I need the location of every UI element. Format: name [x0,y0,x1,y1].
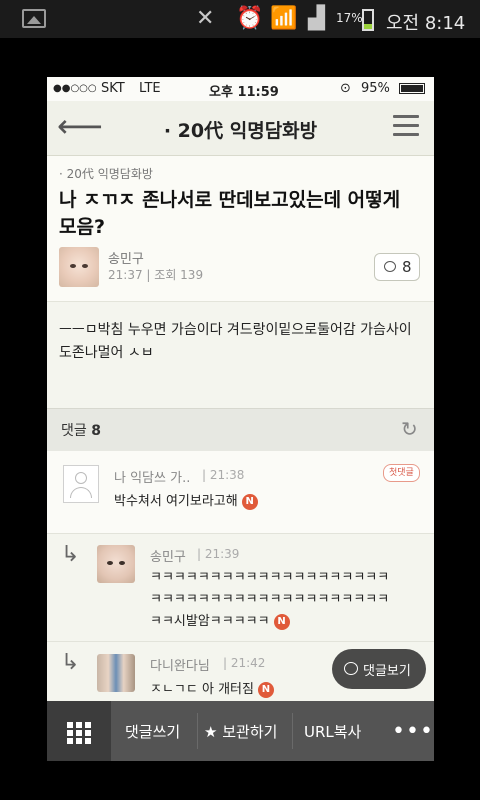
alarm-icon: ⏰ [236,6,264,31]
comments-header: 댓글 8 ↻ [47,408,434,452]
new-badge-icon: N [241,493,258,510]
board-breadcrumb[interactable]: · 20代 익명담화방 [59,165,153,182]
carrier: SKT [101,81,125,96]
comment-time: | 21:42 [223,656,266,670]
android-clock: 오전 8:14 [386,13,466,34]
copy-url-button[interactable]: URL복사 [304,721,361,742]
wifi-icon: 📶 [270,6,298,31]
reply-item: ↳ 송민구 | 21:39 ㅋㅋㅋㅋㅋㅋㅋㅋㅋㅋㅋㅋㅋㅋㅋㅋㅋㅋㅋㅋ ㅋㅋㅋㅋㅋ… [47,534,434,642]
save-button[interactable]: ★ 보관하기 [204,721,277,742]
page-title: · 20代 익명담화방 [163,120,318,142]
author-name[interactable]: 송민구 [108,248,144,267]
network-type: LTE [139,81,161,96]
author-avatar[interactable] [97,545,135,583]
author-avatar[interactable] [59,247,99,287]
new-badge-icon: N [257,681,274,698]
phone-screen: ●●○○○ SKT LTE 오후 11:59 ⊙ 95% ⟵ · 20代 익명담… [47,77,434,761]
comments-label: 댓글 8 [61,423,101,439]
post-time: 21:37 [108,268,143,282]
ios-status-bar: ●●○○○ SKT LTE 오후 11:59 ⊙ 95% [47,77,434,101]
reply-arrow-icon: ↳ [61,542,80,567]
comment-author[interactable]: 송민구 [150,546,186,565]
comment-text: 박수쳐서 여기보라고해 N [114,491,258,513]
author-avatar[interactable] [97,654,135,692]
signal-dots: ●●○○○ [53,83,97,94]
write-comment-button[interactable]: 댓글쓰기 [125,721,180,742]
post-meta: 21:37 | 조회 139 [108,268,204,282]
comment-count: 8 [402,258,412,276]
anonymous-avatar [63,465,99,503]
post-body: ㅡㅡㅁ박침 누우면 가슴이다 겨드랑이밑으로둘어감 가슴사이도존나멀어 ㅅㅂ [47,301,434,408]
view-comments-button[interactable]: 댓글보기 [332,649,426,689]
ios-clock: 오후 11:59 [209,85,279,100]
android-battery-percent: 17% [336,11,363,25]
star-icon: ★ [204,723,218,741]
new-badge-icon: N [273,613,290,630]
comments-count: 8 [91,423,101,439]
post-title: 나 ㅈㄲㅈ 존나서로 딴데보고있는데 어떻게 모음? [59,189,401,238]
ios-battery-percent: 95% [361,81,390,96]
mute-icon: ✕ [196,6,215,31]
comment-bubble-icon [344,662,358,675]
ios-battery-icon [399,83,425,94]
comment-author[interactable]: 다니완다님 [150,655,210,674]
signal-icon: ▟ [308,6,325,31]
comment-time: | 21:39 [197,547,240,561]
grid-menu-button[interactable] [47,701,111,761]
battery-icon [362,9,374,31]
post-body-text: ㅡㅡㅁ박침 누우면 가슴이다 겨드랑이밑으로둘어감 가슴사이도존나멀어 ㅅㅂ [59,322,412,361]
android-status-bar: ✕ ⏰ 📶 ▟ 17% 오전 8:14 [0,0,480,38]
comment-text: ㅋㅋㅋㅋㅋㅋㅋㅋㅋㅋㅋㅋㅋㅋㅋㅋㅋㅋㅋㅋ ㅋㅋㅋㅋㅋㅋㅋㅋㅋㅋㅋㅋㅋㅋㅋㅋㅋㅋㅋ… [150,570,390,630]
comment-bubble-icon [384,261,396,272]
comment-item: 나 익담쓰 가.. | 21:38 첫댓글 박수쳐서 여기보라고해 N [47,451,434,534]
comment-text: ㅈㄴㄱㄷ 아 개터짐 N [150,679,274,701]
more-icon[interactable]: ••• [392,719,434,744]
top-nav: ⟵ · 20代 익명담화방 [47,101,434,156]
hamburger-menu-icon[interactable] [393,115,419,137]
comment-count-button[interactable]: 8 [374,253,420,281]
bottom-toolbar: 댓글쓰기 ★ 보관하기 URL복사 ••• [47,701,434,761]
refresh-icon[interactable]: ↻ [401,417,418,441]
rotation-lock-icon: ⊙ [340,81,351,96]
first-comment-badge: 첫댓글 [383,464,420,482]
comment-time: | 21:38 [202,468,245,482]
comment-author[interactable]: 나 익담쓰 가.. [114,467,190,486]
gallery-notification-icon [22,9,46,28]
reply-arrow-icon: ↳ [61,650,80,675]
post-views: 조회 139 [154,268,204,282]
